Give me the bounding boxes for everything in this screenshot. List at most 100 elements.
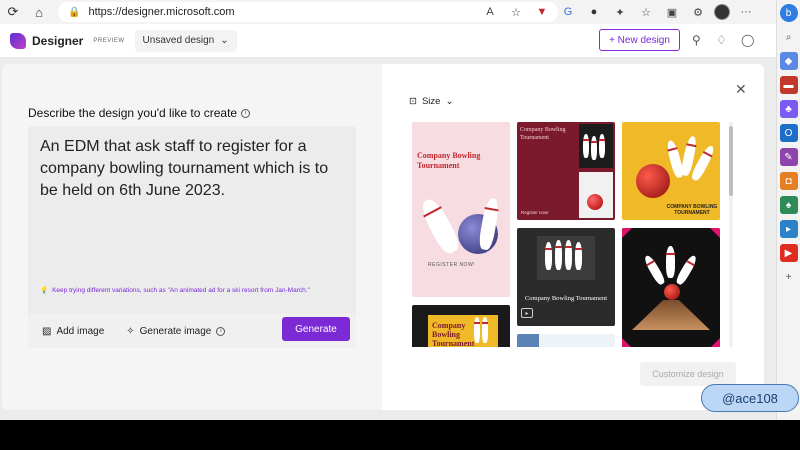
notification-icon[interactable]: ♢ <box>716 33 727 47</box>
card-1-title: Company Bowling Tournament <box>417 151 481 170</box>
corner-decoration <box>710 228 720 238</box>
card-1-footer: REGISTER NOW! <box>428 262 476 268</box>
add-icon[interactable]: + <box>780 268 798 286</box>
add-image-label: Add image <box>56 325 105 337</box>
games-icon[interactable]: ♣ <box>779 100 798 118</box>
design-grid: Company Bowling Tournament REGISTER NOW!… <box>410 122 725 347</box>
designs-panel: ⊡ Size ⌄ ✕ Company Bowling Tournament RE… <box>382 64 764 410</box>
watermark-badge: @ace108 <box>701 384 799 412</box>
chevron-down-icon: ⌄ <box>220 35 229 46</box>
edge-sidebar: b ⌕ ◆ ▬ ♣ O ✎ ◘ ♠ ▸ ▶ + <box>776 0 800 420</box>
bowling-pin-image <box>555 240 562 270</box>
close-icon[interactable]: ✕ <box>735 81 747 98</box>
translate-icon[interactable]: G <box>558 2 578 22</box>
corner-decoration <box>622 338 632 347</box>
send-icon[interactable]: ▸ <box>779 220 798 238</box>
card-3-title: COMPANY BOWLING TOURNAMENT <box>666 204 718 216</box>
bowling-pin-image <box>583 134 589 158</box>
shopping-icon[interactable]: ◆ <box>779 52 798 70</box>
brand-title: Designer <box>32 33 84 48</box>
read-aloud-icon[interactable]: A <box>480 2 500 22</box>
chevron-down-icon: ⌄ <box>445 96 454 107</box>
prompt-heading: Describe the design you'd like to create… <box>28 106 251 120</box>
bowling-pin-image <box>674 253 699 287</box>
size-dropdown[interactable]: ⊡ Size ⌄ <box>409 96 453 107</box>
generate-image-label: Generate image <box>139 325 212 337</box>
account-icon[interactable]: ◯ <box>741 33 754 47</box>
customize-design-button[interactable]: Customize design <box>640 362 736 386</box>
collections-icon[interactable]: ▣ <box>662 2 682 22</box>
search-icon[interactable]: ⌕ <box>780 28 798 46</box>
design-card-7[interactable] <box>517 334 615 347</box>
favorite-add-icon[interactable]: ☆ <box>506 2 526 22</box>
blue-block <box>517 334 539 347</box>
scrollbar-thumb[interactable] <box>729 126 733 196</box>
unsaved-design-dropdown[interactable]: Unsaved design ⌄ <box>134 29 237 52</box>
sparkle-icon: ✧ <box>126 325 135 337</box>
lightbulb-icon: 💡 <box>40 287 49 294</box>
tree-icon[interactable]: ♠ <box>779 196 798 214</box>
designer-logo-icon <box>10 32 26 49</box>
share-icon[interactable]: ⚲ <box>692 33 701 47</box>
shield-extension-icon[interactable]: ▼ <box>532 2 552 22</box>
tip-text: 💡 Keep trying different variations, such… <box>40 286 310 295</box>
bowling-pin-image <box>666 246 675 278</box>
settings-icon[interactable]: ⚙ <box>688 2 708 22</box>
card-2-footer: Register now! <box>521 210 549 215</box>
extension-icon[interactable]: ● <box>584 2 604 22</box>
bowling-pin-image <box>474 317 480 343</box>
bowling-ball-image <box>636 164 670 198</box>
card-2-title: Company Bowling Tournament <box>520 127 566 141</box>
drop-icon[interactable]: ✎ <box>779 148 798 166</box>
bowling-pin-image <box>591 136 597 160</box>
info-icon[interactable]: i <box>241 108 251 118</box>
new-design-button[interactable]: + New design <box>599 29 680 51</box>
unsaved-label: Unsaved design <box>142 35 215 46</box>
more-icon[interactable]: ··· <box>736 2 756 22</box>
bowling-ball-image <box>587 194 603 210</box>
favorites-icon[interactable]: ☆ <box>636 2 656 22</box>
prompt-panel: Describe the design you'd like to create… <box>2 64 382 410</box>
puzzle-icon[interactable]: ✦ <box>610 2 630 22</box>
main-area: Describe the design you'd like to create… <box>0 58 776 420</box>
profile-avatar[interactable] <box>714 4 730 20</box>
card-5-title: Company Bowling Tournament <box>622 228 623 229</box>
bowling-pin-image <box>417 195 463 257</box>
bowling-pin-image <box>575 242 582 270</box>
generate-button[interactable]: Generate <box>282 317 350 341</box>
design-card-3[interactable]: COMPANY BOWLING TOURNAMENT <box>622 122 720 220</box>
bowling-pin-image <box>477 197 501 251</box>
design-card-6[interactable]: Company Bowling Tournament <box>412 305 510 347</box>
outlook-icon[interactable]: O <box>779 124 798 142</box>
bowling-pin-image <box>599 134 605 158</box>
browser-toolbar: ⟳ ⌂ 🔒 https://designer.microsoft.com A ☆… <box>0 0 776 24</box>
resize-icon: ⊡ <box>409 96 417 107</box>
office-icon[interactable]: ◘ <box>779 172 798 190</box>
corner-decoration <box>622 228 632 238</box>
info-icon[interactable]: i <box>216 326 226 336</box>
bing-icon[interactable]: b <box>779 4 798 22</box>
design-card-5[interactable]: Company Bowling Tournament <box>622 228 720 347</box>
home-icon[interactable]: ⌂ <box>26 0 52 24</box>
prompt-text[interactable]: An EDM that ask staff to register for a … <box>40 136 350 202</box>
browser-extension-icons: A ☆ ▼ G ● ✦ ☆ ▣ ⚙ ··· <box>480 2 756 22</box>
design-card-1[interactable]: Company Bowling Tournament REGISTER NOW! <box>412 122 510 297</box>
add-image-button[interactable]: ▨ Add image <box>42 326 104 337</box>
lane-image <box>632 300 710 330</box>
bowling-pin-image <box>565 240 572 270</box>
design-card-2[interactable]: Company Bowling Tournament Register now! <box>517 122 615 220</box>
prompt-textarea[interactable]: An EDM that ask staff to register for a … <box>28 126 356 341</box>
prompt-actions: ▨ Add image ✧ Generate image i Generate <box>28 314 356 348</box>
tools-icon[interactable]: ▬ <box>779 76 798 94</box>
design-card-4[interactable]: Company Bowling Tournament ▸ <box>517 228 615 326</box>
bowling-pin-image <box>642 253 667 287</box>
app-header: Designer PREVIEW Unsaved design ⌄ + New … <box>0 24 776 58</box>
card-6-title: Company Bowling Tournament <box>432 321 475 347</box>
youtube-icon[interactable]: ▶ <box>779 244 798 262</box>
refresh-icon[interactable]: ⟳ <box>0 0 26 24</box>
bowling-pin-image <box>545 242 552 270</box>
generate-image-button[interactable]: ✧ Generate image i <box>126 325 226 337</box>
preview-badge: PREVIEW <box>93 37 125 44</box>
lock-icon: 🔒 <box>68 6 81 18</box>
card-4-title: Company Bowling Tournament <box>524 295 608 302</box>
